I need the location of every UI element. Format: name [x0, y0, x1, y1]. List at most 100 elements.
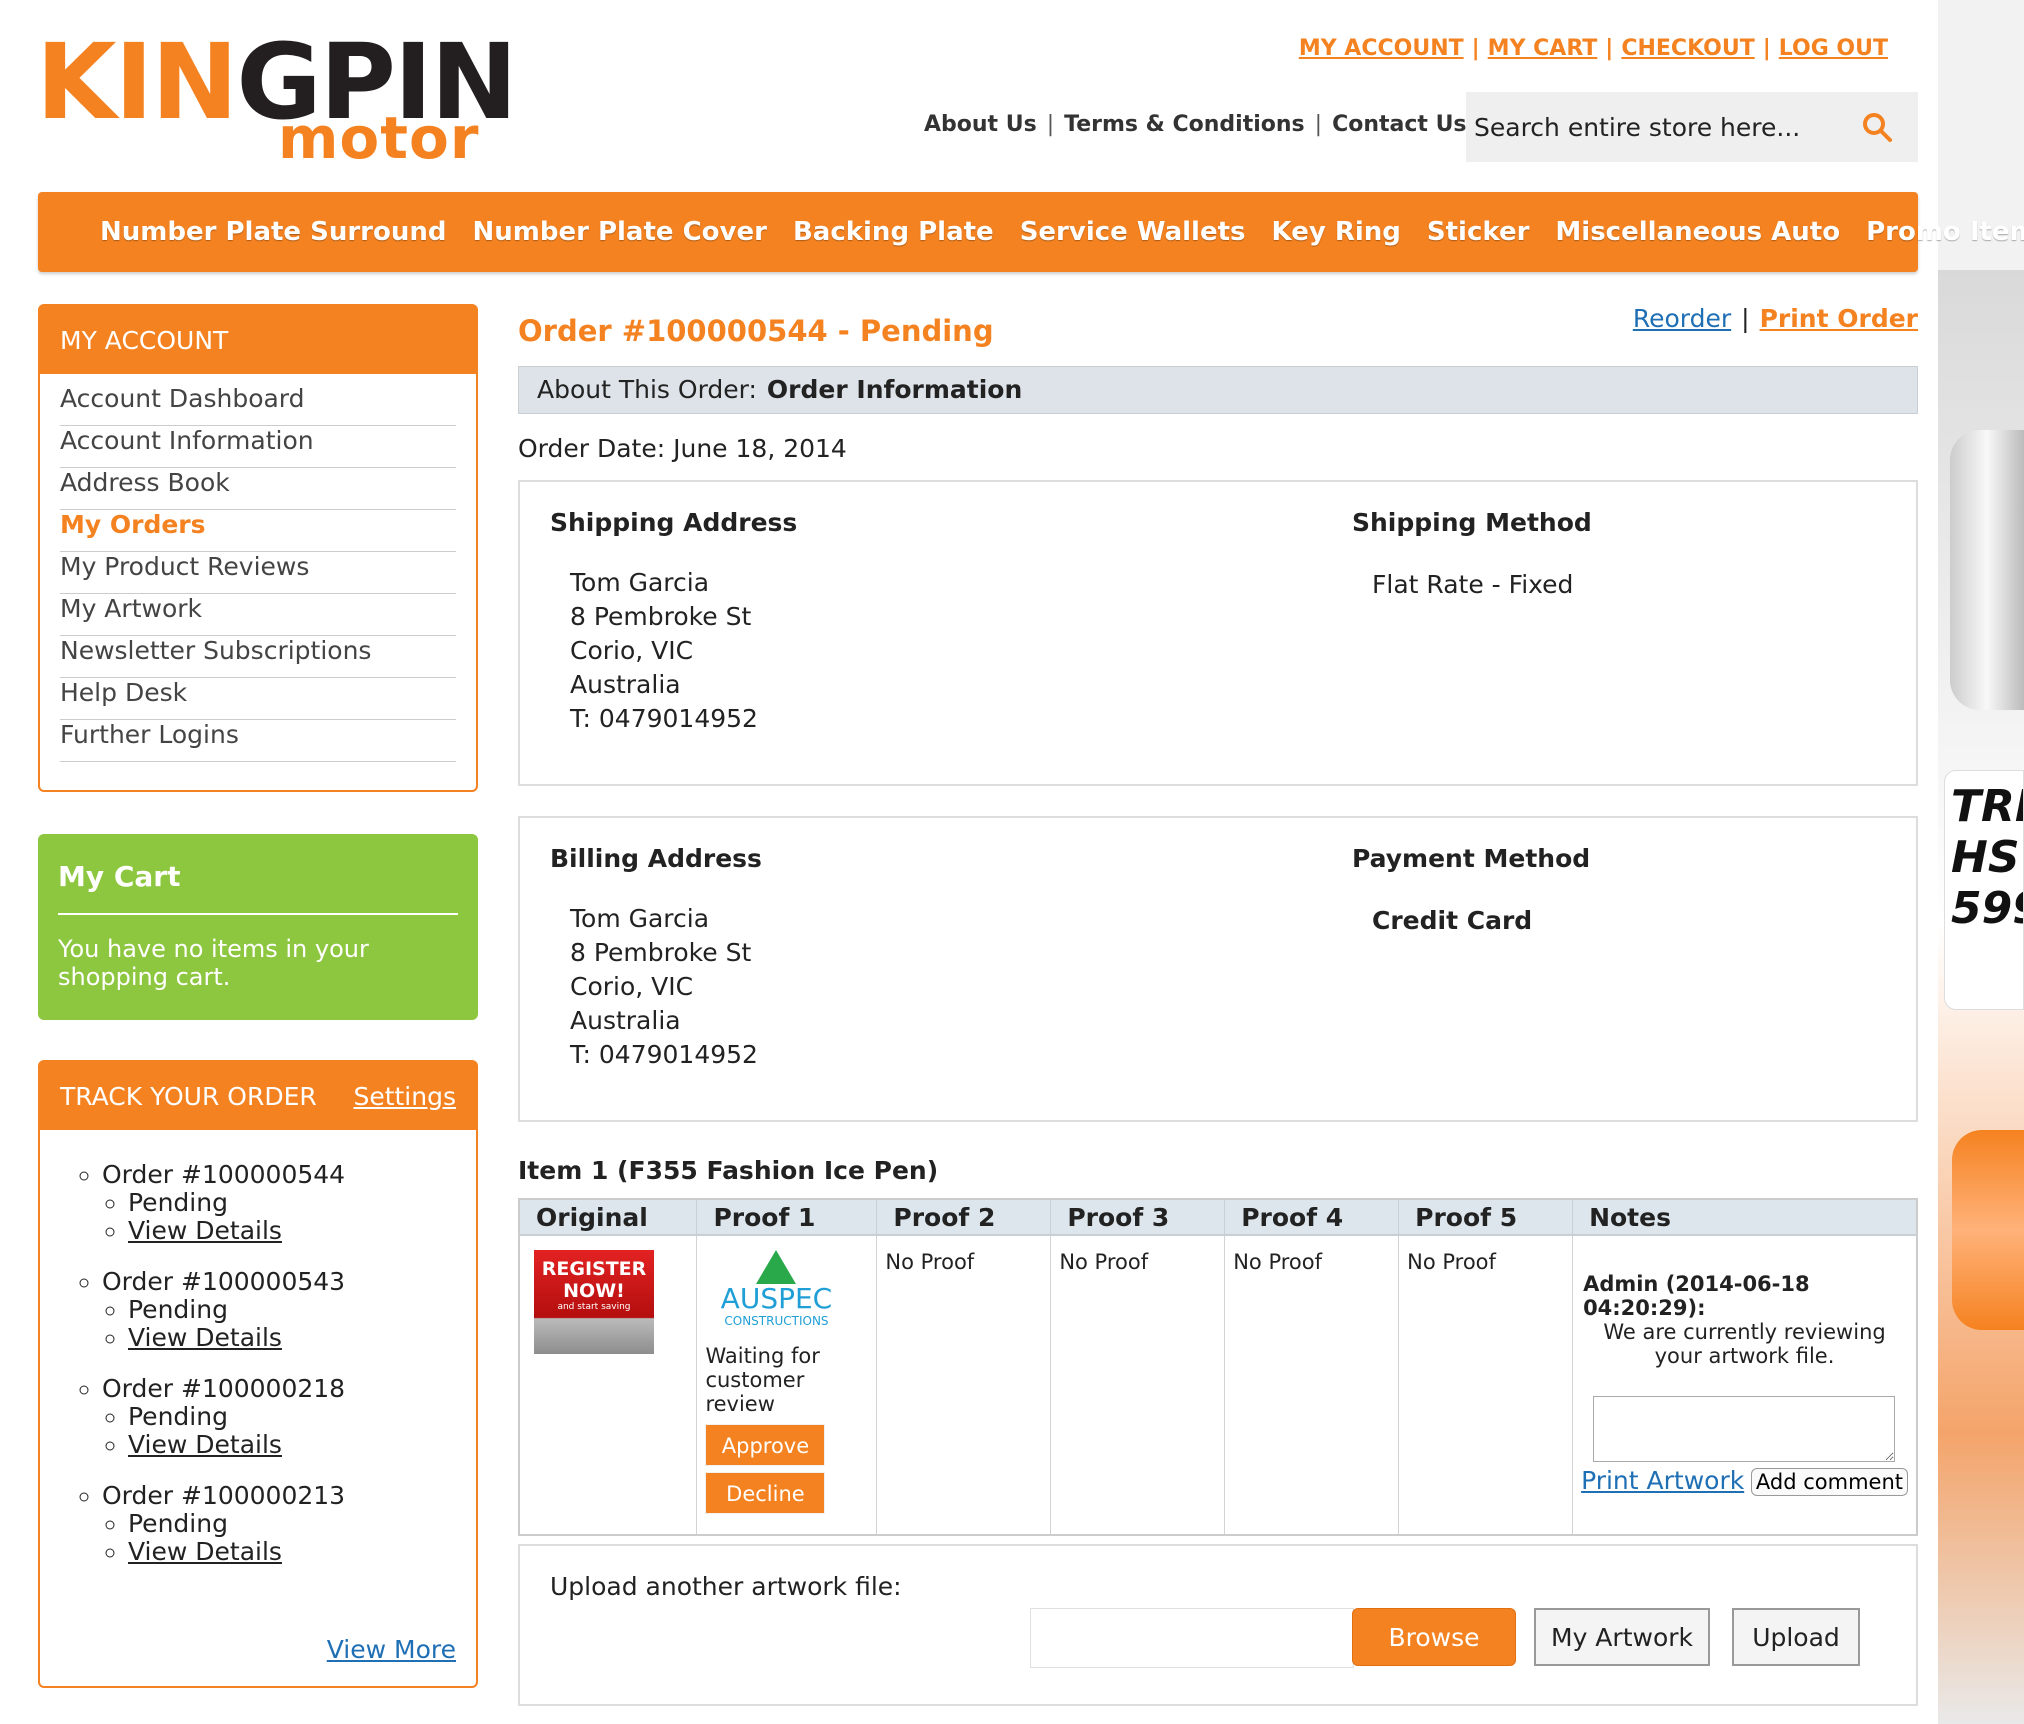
address-line: Tom Garcia — [570, 568, 710, 597]
column-header: Proof 5 — [1398, 1199, 1574, 1236]
note-author: Admin (2014-06-18 04:20:29): — [1583, 1272, 1810, 1320]
address-line: T: 0479014952 — [570, 704, 758, 733]
column-header: Original — [519, 1199, 698, 1236]
info-links: About Us | Terms & Conditions | Contact Us — [924, 112, 1467, 137]
order-date: Order Date: June 18, 2014 — [518, 434, 847, 463]
account-item-artwork[interactable]: My Artwork — [60, 594, 456, 636]
approve-button[interactable]: Approve — [705, 1424, 826, 1466]
category-nav: Number Plate Surround Number Plate Cover… — [38, 192, 2024, 272]
shipping-method: Flat Rate - Fixed — [1372, 570, 1574, 599]
payment-method: Credit Card — [1372, 906, 1533, 935]
search-icon[interactable] — [1862, 112, 1892, 142]
shipping-address-title: Shipping Address — [550, 508, 798, 537]
print-order-link[interactable]: Print Order — [1760, 304, 1918, 333]
tracked-order-status: Pending — [128, 1403, 476, 1431]
log-out-link[interactable]: LOG OUT — [1779, 36, 1888, 61]
logo-text-orange: KIN — [36, 21, 238, 143]
proofs-table: Original Proof 1 Proof 2 Proof 3 Proof 4… — [518, 1198, 1918, 1536]
tracked-order-number: Order #100000213 — [102, 1481, 346, 1510]
orange-pen-image — [1952, 1130, 2024, 1330]
column-header: Proof 4 — [1224, 1199, 1400, 1236]
account-item-newsletter[interactable]: Newsletter Subscriptions — [60, 636, 456, 678]
comment-textarea[interactable] — [1593, 1396, 1896, 1462]
nav-key-ring[interactable]: Key Ring — [1272, 217, 1401, 247]
nav-service-wallets[interactable]: Service Wallets — [1020, 217, 1246, 247]
nav-sticker[interactable]: Sticker — [1427, 217, 1530, 247]
address-line: Tom Garcia — [570, 904, 710, 933]
proof5-cell: No Proof — [1398, 1235, 1574, 1535]
billing-address: Tom Garcia 8 Pembroke St Corio, VIC Aust… — [570, 902, 758, 1072]
upload-label: Upload another artwork file: — [550, 1572, 902, 1601]
about-us-link[interactable]: About Us — [924, 112, 1037, 137]
notes-cell: Admin (2014-06-18 04:20:29): We are curr… — [1572, 1235, 1918, 1535]
upload-button[interactable]: Upload — [1732, 1608, 1860, 1666]
note-actions: Print Artwork Add comment — [1581, 1466, 1908, 1496]
account-item-address-book[interactable]: Address Book — [60, 468, 456, 510]
separator: | — [1471, 36, 1480, 61]
account-item-my-orders[interactable]: My Orders — [60, 510, 456, 552]
nav-miscellaneous-auto[interactable]: Miscellaneous Auto — [1555, 217, 1840, 247]
search-box — [1466, 92, 1918, 162]
checkout-link[interactable]: CHECKOUT — [1621, 36, 1754, 61]
nav-promo-item[interactable]: Promo Item — [1866, 217, 2024, 247]
kingpin-motor-logo[interactable]: KINGPIN motor — [36, 30, 518, 172]
browse-button[interactable]: Browse — [1352, 1608, 1516, 1666]
keyring-image — [1950, 430, 2024, 710]
decline-button[interactable]: Decline — [705, 1472, 826, 1514]
terms-link[interactable]: Terms & Conditions — [1064, 112, 1305, 137]
original-artwork-thumbnail[interactable]: REGISTER NOW! and start saving — [534, 1250, 654, 1354]
track-order-title: TRACK YOUR ORDER — [60, 1082, 317, 1111]
nav-backing-plate[interactable]: Backing Plate — [793, 217, 994, 247]
tracked-order-number: Order #100000218 — [102, 1374, 346, 1403]
separator: | — [1314, 112, 1323, 137]
tracked-order-status: Pending — [128, 1510, 476, 1538]
track-order-box: TRACK YOUR ORDER Settings Order #1000005… — [38, 1060, 478, 1688]
add-comment-button[interactable]: Add comment — [1750, 1468, 1908, 1496]
billing-panel: Billing Address Tom Garcia 8 Pembroke St… — [518, 816, 1918, 1122]
tracked-order: Order #100000544 PendingView Details — [102, 1160, 476, 1245]
account-item-further-logins[interactable]: Further Logins — [60, 720, 456, 762]
contact-us-link[interactable]: Contact Us — [1332, 112, 1466, 137]
view-details-link[interactable]: View Details — [128, 1323, 282, 1352]
search-input[interactable] — [1466, 92, 1846, 162]
file-path-input[interactable] — [1030, 1608, 1354, 1668]
address-line: Australia — [570, 670, 681, 699]
shipping-method-title: Shipping Method — [1352, 508, 1592, 537]
track-settings-link[interactable]: Settings — [353, 1062, 456, 1132]
column-header: Proof 1 — [696, 1199, 878, 1236]
my-account-link[interactable]: MY ACCOUNT — [1299, 36, 1464, 61]
print-artwork-link[interactable]: Print Artwork — [1581, 1466, 1744, 1495]
my-cart-heading: My Cart — [58, 848, 458, 915]
view-details-link[interactable]: View Details — [128, 1216, 282, 1245]
account-item-dashboard[interactable]: Account Dashboard — [60, 384, 456, 426]
proof4-cell: No Proof — [1224, 1235, 1400, 1535]
my-cart-box: My Cart You have no items in your shoppi… — [38, 834, 478, 1020]
my-artwork-button[interactable]: My Artwork — [1534, 1608, 1710, 1666]
column-header: Notes — [1572, 1199, 1918, 1236]
item-title: Item 1 (F355 Fashion Ice Pen) — [518, 1156, 939, 1185]
view-more-link[interactable]: View More — [327, 1635, 456, 1664]
order-information-tab[interactable]: Order Information — [767, 375, 1022, 404]
view-details-link[interactable]: View Details — [128, 1537, 282, 1566]
order-actions: Reorder | Print Order — [1633, 304, 1918, 333]
tracked-orders-list: Order #100000544 PendingView Details Ord… — [40, 1130, 476, 1566]
view-details-link[interactable]: View Details — [128, 1430, 282, 1459]
track-order-heading: TRACK YOUR ORDER Settings — [40, 1062, 476, 1130]
about-order-label: About This Order: — [537, 375, 757, 404]
thumb-text: REGISTER — [541, 1258, 647, 1280]
account-item-information[interactable]: Account Information — [60, 426, 456, 468]
separator: | — [1605, 36, 1614, 61]
my-cart-link[interactable]: MY CART — [1488, 36, 1598, 61]
account-links: MY ACCOUNT | MY CART | CHECKOUT | LOG OUT — [1299, 36, 1888, 61]
nav-number-plate-cover[interactable]: Number Plate Cover — [472, 217, 766, 247]
address-line: 8 Pembroke St — [570, 602, 752, 631]
reorder-link[interactable]: Reorder — [1633, 304, 1731, 333]
payment-method-title: Payment Method — [1352, 844, 1591, 873]
account-item-help-desk[interactable]: Help Desk — [60, 678, 456, 720]
original-cell: REGISTER NOW! and start saving — [519, 1235, 698, 1535]
tracked-order-status: Pending — [128, 1189, 476, 1217]
thumb-text: NOW! — [563, 1280, 625, 1302]
nav-number-plate-surround[interactable]: Number Plate Surround — [100, 217, 446, 247]
account-item-reviews[interactable]: My Product Reviews — [60, 552, 456, 594]
proof1-thumbnail[interactable]: AUSPEC CONSTRUCTIONS — [711, 1250, 841, 1340]
